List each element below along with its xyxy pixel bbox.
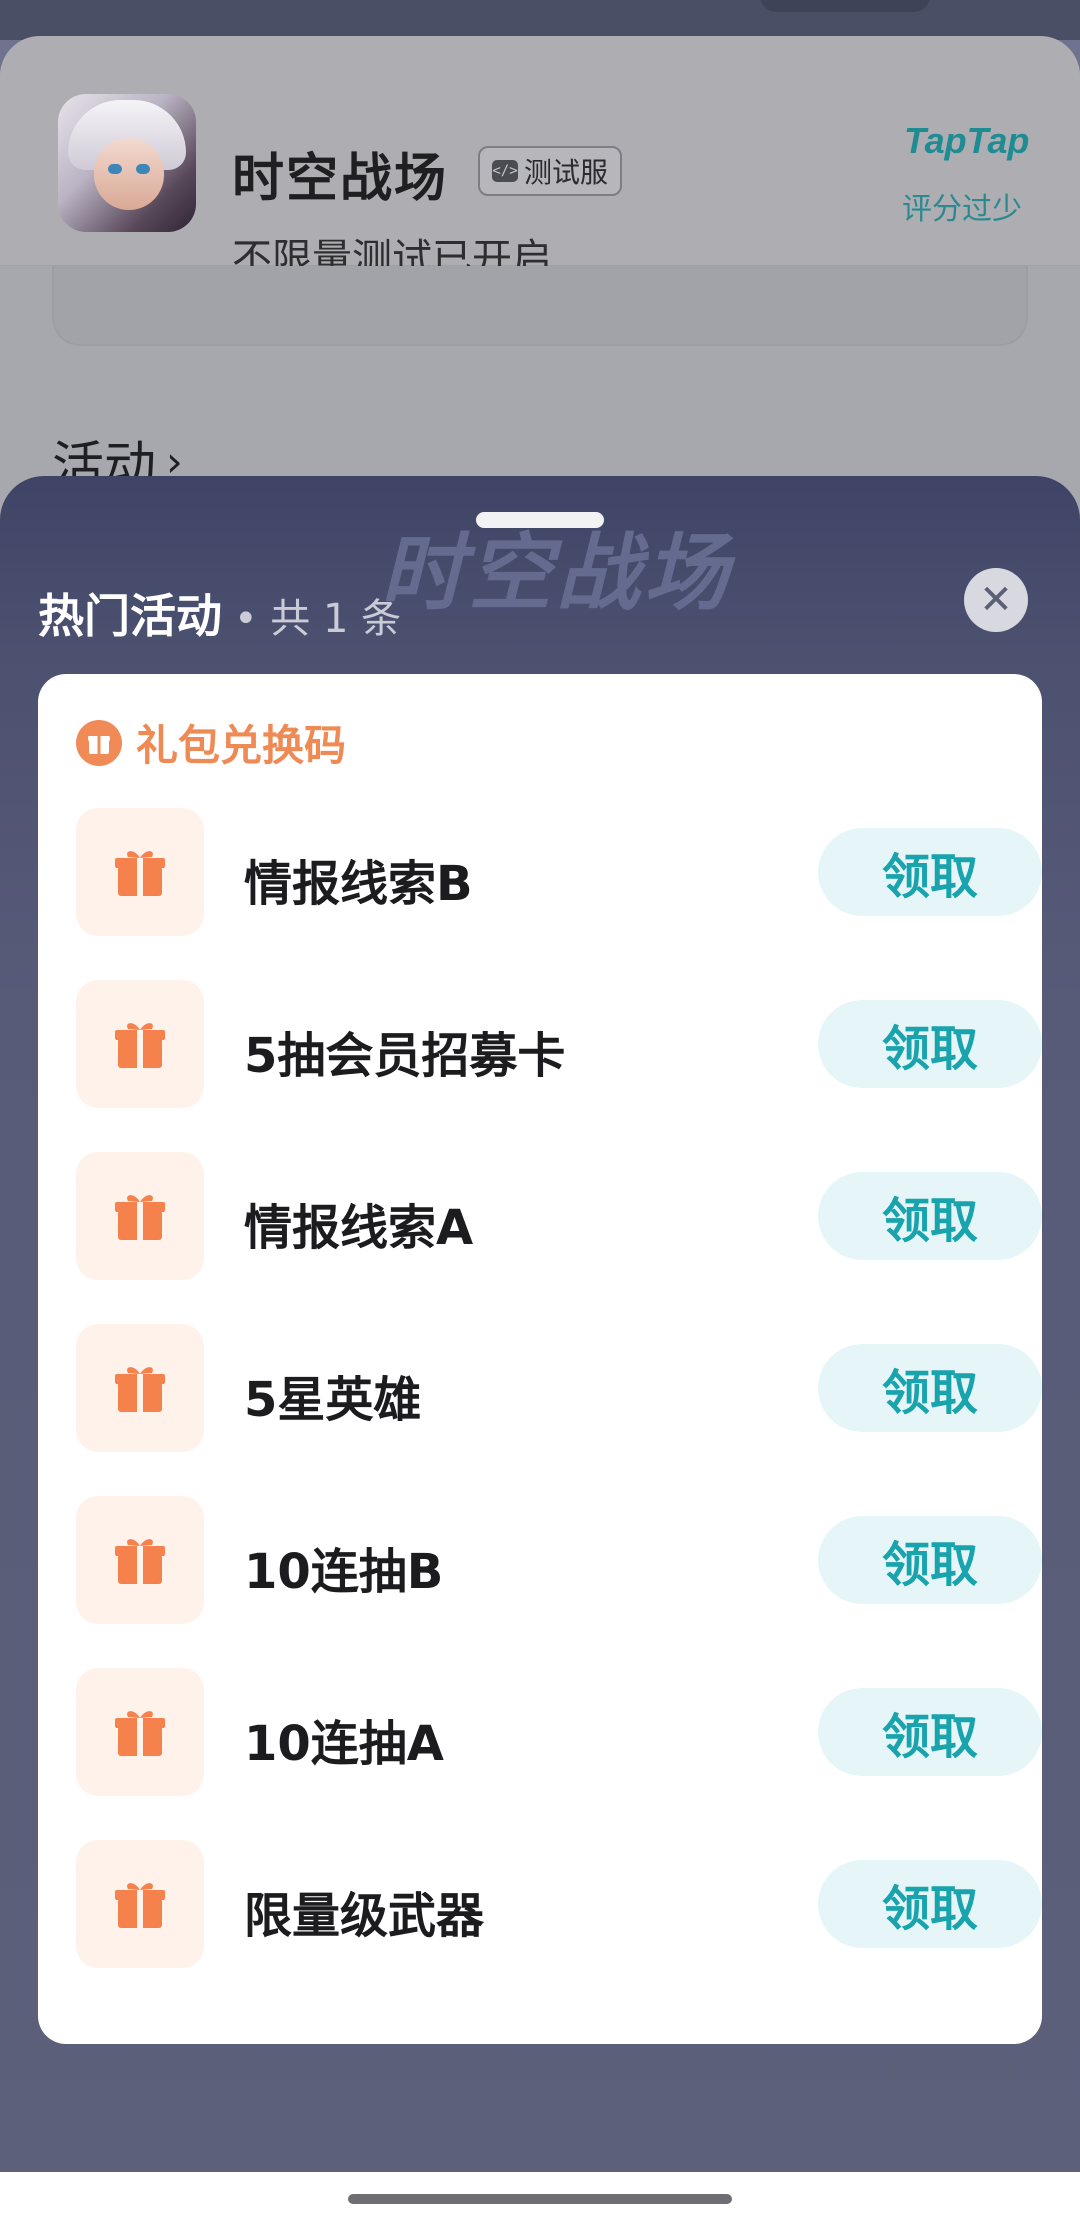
sheet-title-text: 热门活动: [38, 589, 222, 643]
gift-icon: [76, 1152, 204, 1280]
gift-icon: [76, 1496, 204, 1624]
panel-title: 礼包兑换码: [136, 721, 347, 770]
test-server-label: 测试服: [524, 156, 609, 189]
gift-row: 5抽会员招募卡 领取: [76, 980, 1042, 1108]
game-title: 时空战场: [232, 149, 449, 209]
gift-row: 10连抽A 领取: [76, 1668, 1042, 1796]
home-indicator[interactable]: [348, 2194, 732, 2204]
game-header: 时空战场 </> 测试服 不限量测试已开启 TapTap 评分过少: [0, 36, 1080, 282]
top-pill: [760, 0, 930, 12]
gift-badge-icon: [76, 719, 122, 766]
panel-header: 礼包兑换码: [76, 712, 346, 773]
gift-name: 5抽会员招募卡: [244, 1028, 566, 1084]
claim-button[interactable]: 领取: [818, 1172, 1042, 1260]
info-box: [52, 266, 1028, 346]
gift-icon: [76, 1324, 204, 1452]
gift-icon: [76, 1668, 204, 1796]
gift-row: 情报线索A 领取: [76, 1152, 1042, 1280]
claim-button[interactable]: 领取: [818, 1860, 1042, 1948]
gift-name: 10连抽A: [244, 1716, 444, 1772]
sheet-title: 热门活动 • 共 1 条: [38, 580, 401, 646]
rating-note: 评分过少: [902, 192, 1022, 227]
close-icon: ✕: [979, 577, 1013, 623]
gift-name: 限量级武器: [244, 1888, 485, 1944]
claim-button[interactable]: 领取: [818, 1000, 1042, 1088]
taptap-logo: TapTap: [904, 120, 1030, 161]
gift-icon: [76, 980, 204, 1108]
gift-code-panel: 礼包兑换码 情报线索B 领取 5抽会员招募卡 领取 情报线索A 领取 5星英雄 领取 10连抽B…: [38, 674, 1042, 2044]
claim-button[interactable]: 领取: [818, 828, 1042, 916]
gift-name: 情报线索B: [244, 856, 473, 912]
activity-sheet: 时空战场 热门活动 • 共 1 条 ✕ 礼包兑换码 情报线索B 领取 5抽会员招募卡…: [0, 476, 1080, 2225]
code-icon: </>: [492, 160, 518, 182]
claim-button[interactable]: 领取: [818, 1344, 1042, 1432]
claim-button[interactable]: 领取: [818, 1688, 1042, 1776]
sheet-count: • 共 1 条: [234, 596, 402, 642]
gift-icon: [76, 1840, 204, 1968]
claim-button[interactable]: 领取: [818, 1516, 1042, 1604]
test-server-badge: </> 测试服: [478, 146, 623, 196]
game-card: 时空战场 </> 测试服 不限量测试已开启 TapTap 评分过少 活动 ›: [0, 36, 1080, 520]
gift-row: 10连抽B 领取: [76, 1496, 1042, 1624]
gift-icon: [76, 808, 204, 936]
gift-name: 10连抽B: [244, 1544, 444, 1600]
gift-row: 限量级武器 领取: [76, 1840, 1042, 1968]
gift-row: 5星英雄 领取: [76, 1324, 1042, 1452]
gift-name: 5星英雄: [244, 1372, 422, 1428]
close-button[interactable]: ✕: [964, 568, 1028, 632]
gift-name: 情报线索A: [244, 1200, 474, 1256]
game-icon[interactable]: [58, 94, 196, 232]
gift-row: 情报线索B 领取: [76, 808, 1042, 936]
sheet-drag-handle[interactable]: [476, 512, 604, 528]
